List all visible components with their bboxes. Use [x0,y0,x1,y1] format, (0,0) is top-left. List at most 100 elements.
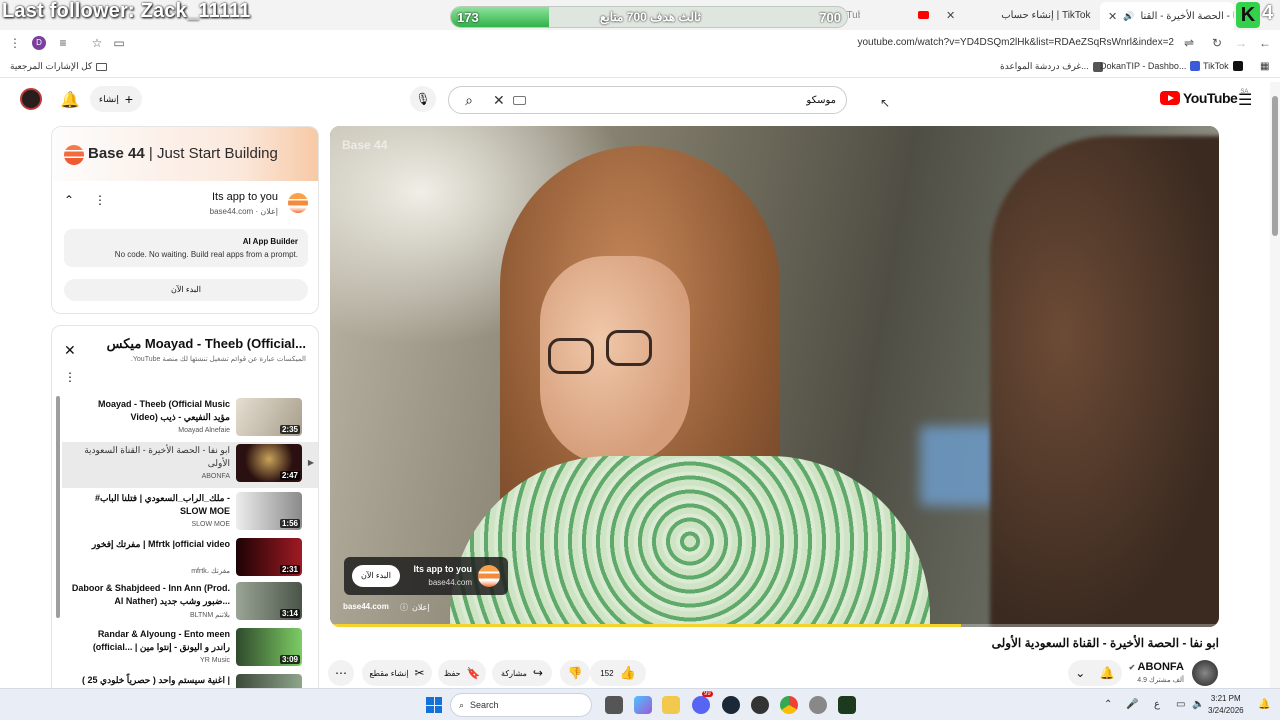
clear-search-icon[interactable]: ✕ [493,92,505,109]
tab-active-abonfa[interactable]: ✕ 🔊 ابو نفا - الحصة الأخيرة - القنا [1100,2,1234,30]
more-actions-button[interactable]: ⋯ [328,660,354,686]
ad-sponsor-label: إعلان · base44.com [209,207,278,216]
playlist-item[interactable]: 2:31 مفرتك إفخور | Mfrtk |official video… [62,536,318,582]
close-icon[interactable]: ✕ [64,342,76,359]
profile-avatar[interactable]: D [32,36,46,50]
account-avatar[interactable] [20,88,42,110]
playlist-item[interactable]: 3:14 Daboor & Shabjdeed - Inn Ann (Prod.… [62,580,318,626]
video-player[interactable]: Base 44 البدء الآن Its app to you base44… [330,126,1219,627]
more-options-icon[interactable]: ⋮ [94,193,106,207]
channel-name: ABONFA [201,473,230,480]
share-button[interactable]: مشاركة ↪ [492,660,552,686]
close-icon[interactable]: ✕ [946,9,955,22]
ad-title[interactable]: Its app to you [212,191,278,203]
ad-info-badge[interactable]: ⓘ إعلان [400,602,430,613]
playlist-scrollbar[interactable] [56,396,60,618]
search-icon[interactable]: ⌕ [449,87,489,113]
microphone-icon[interactable]: 🎤 [1126,699,1138,710]
youtube-logo[interactable]: YouTube SA [1160,89,1248,106]
playlist-item[interactable]: 3:09 Randar & Alyoung - Ento meen (offic… [62,626,318,672]
ad-banner[interactable]: Base 44 | Just Start Building [52,127,318,181]
duration-badge: 1:56 [279,519,300,528]
task-view-icon[interactable] [605,696,623,714]
kick-logo-icon: K [1236,2,1260,28]
tray-overflow-chevron-icon[interactable]: ⌃ [1104,699,1112,710]
input-language[interactable]: ع [1154,699,1160,710]
bookmark-dokantip[interactable]: DokanTIP - Dashbo... [1100,61,1201,71]
more-options-icon[interactable]: ⋮ [64,370,76,384]
url-input[interactable]: youtube.com/watch?v=YD4DSQm2lHk&list=RDA… [857,37,1174,48]
ad-description-card: AI App Builder No code. No waiting. Buil… [64,229,308,267]
base44-logo-icon[interactable] [288,193,308,213]
site-settings-icon[interactable]: ⇌ [1182,36,1196,50]
volume-icon[interactable]: 🔈 [1192,699,1204,710]
ad-cta-button[interactable]: البدء الآن [64,279,308,301]
chevron-up-icon[interactable]: ⌃ [64,193,74,207]
video-thumbnail: 3:14 [236,582,302,620]
channel-name: mfrtk، مفرتك [191,568,230,575]
like-button[interactable]: 152 👍 [590,660,646,686]
youtube-header: 🔔 إنشاء + 🎙 ⌕ ✕ موسكو YouTube SA ☰ [0,82,1268,118]
back-icon[interactable]: ← [1258,36,1272,50]
windows-start-icon[interactable] [426,697,442,713]
all-bookmarks-button[interactable]: كل الإشارات المرجعية [10,61,108,72]
reload-icon[interactable]: ↻ [1210,36,1224,50]
search-box[interactable]: ⌕ ✕ موسكو [448,86,847,114]
like-count: 152 [600,668,614,678]
network-icon[interactable]: ▭ [1176,699,1185,710]
playlist-item[interactable]: 2:35 Moayad - Theeb (Official Music Vide… [62,396,318,442]
playlist-item[interactable]: 1:56 #ملك_الراب_السعودي | فتلنا الباب - … [62,490,318,536]
video-title: Daboor & Shabjdeed - Inn Ann (Prod. Al N… [71,583,230,606]
settings-gear-icon[interactable] [809,696,827,714]
bookmark-dating-rooms[interactable]: غرف دردشة المواعدة... [1000,61,1103,72]
subscribed-notifications-button[interactable]: ⌄ 🔔 [1068,660,1122,686]
playlist-subtitle: الميكسات عبارة عن قوائم تشغيل تنشئها لك … [130,356,306,363]
create-button[interactable]: إنشاء + [90,86,142,112]
player-ad-overlay[interactable]: البدء الآن Its app to you base44.com [344,557,508,595]
browser-menu-icon[interactable]: ⋮ [8,36,22,50]
steam-icon[interactable] [722,696,740,714]
taskbar-clock[interactable]: 3:21 PM 3/24/2026 [1208,693,1244,717]
bookmark-tiktok[interactable]: TikTok [1203,61,1243,71]
playlist-item[interactable]: اغنية سيستم واحد ( حصرياً خلودي 25 ) | [62,672,318,688]
forward-icon[interactable]: → [1234,36,1248,50]
obs-icon[interactable] [751,696,769,714]
taskbar-search-box[interactable]: ⌕ Search [450,693,592,717]
chrome-icon[interactable] [780,696,798,714]
discord-icon[interactable] [692,696,710,714]
ad-progress-bar[interactable] [330,624,1219,627]
search-input[interactable]: موسكو [806,95,836,106]
tab-tiktok-signup[interactable]: ✕ إنشاء حساب | TikTok [946,4,1096,26]
notifications-bell-icon[interactable]: 🔔 [60,90,80,110]
hamburger-menu-icon[interactable]: ☰ [1238,90,1252,110]
widgets-icon[interactable] [634,696,652,714]
page-scrollbar[interactable] [1270,82,1280,688]
goal-label: ثالث هدف 700 متابع [600,10,701,24]
channel-avatar[interactable] [1192,660,1218,686]
tab-youtube-icon-only[interactable] [918,4,929,26]
ad-url-link[interactable]: base44.com [343,602,389,611]
ad-cta-button[interactable]: البدء الآن [352,565,400,587]
keyboard-icon[interactable] [513,96,526,105]
playlist-title[interactable]: ميكس Moayad - Theeb (Official... [107,336,306,352]
reading-list-icon[interactable]: ≡ [56,36,70,50]
now-playing-icon: ▶ [307,458,314,467]
apps-grid-icon[interactable]: ▦ [1260,61,1269,72]
channel-name-link[interactable]: ✔ ABONFA [1129,661,1184,673]
video-thumbnail: 2:47 [236,444,302,482]
scrollbar-thumb[interactable] [1272,96,1278,236]
cast-icon[interactable]: ▭ [112,36,126,50]
playlist-item-current[interactable]: ▶ 2:47 ابو نفا - الحصة الأخيرة - القناة … [62,442,318,488]
youtube-logo-text: YouTube [1183,90,1238,106]
clip-button[interactable]: إنشاء مقطع ✂ [362,660,432,686]
save-button[interactable]: حفظ 🔖 [438,660,486,686]
notification-center-icon[interactable]: 🔔 [1258,699,1270,710]
kick-app-icon[interactable] [838,696,856,714]
voice-search-mic-icon[interactable]: 🎙 [410,86,436,112]
file-explorer-icon[interactable] [662,696,680,714]
ad-watermark: Base 44 [342,138,388,152]
bookmark-star-icon[interactable]: ☆ [90,36,104,50]
dislike-button[interactable]: 👎 [560,660,590,686]
close-icon[interactable]: ✕ [1108,10,1117,23]
youtube-play-logo-icon [1160,91,1180,105]
